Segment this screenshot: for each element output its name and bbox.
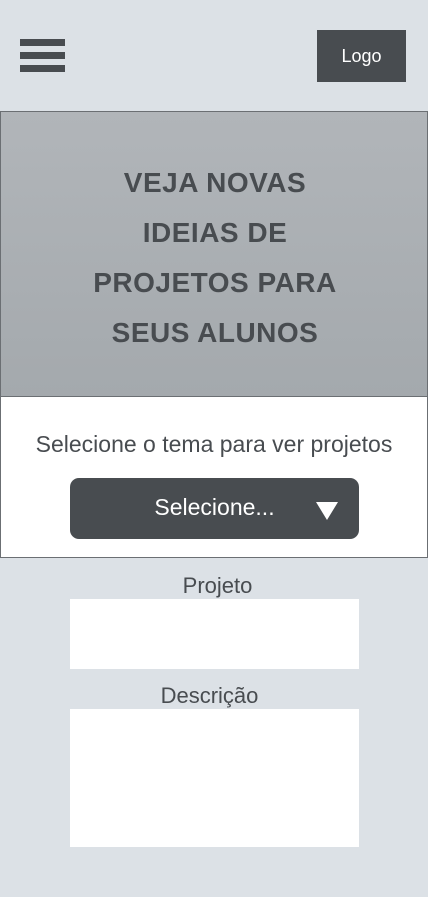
theme-select-dropdown[interactable]: Selecione... <box>70 478 359 539</box>
project-form: Projeto Descrição <box>28 572 407 879</box>
hamburger-menu-icon[interactable] <box>20 38 65 74</box>
hero-title-line: PROJETOS PARA <box>93 267 337 298</box>
logo[interactable]: Logo <box>317 30 406 82</box>
project-label: Projeto <box>182 573 253 598</box>
menu-bar <box>20 52 65 59</box>
menu-bar <box>20 65 65 72</box>
theme-select-prompt: Selecione o tema para ver projetos <box>35 431 393 457</box>
page: Logo VEJA NOVAS IDEIAS DE PROJETOS PARA … <box>0 0 428 897</box>
hero-title: VEJA NOVAS IDEIAS DE PROJETOS PARA SEUS … <box>61 158 369 358</box>
hero-title-line: IDEIAS DE <box>142 217 288 248</box>
header: Logo <box>0 0 428 111</box>
description-label: Descrição <box>160 683 259 708</box>
chevron-down-icon <box>316 502 338 520</box>
hero-title-line: VEJA NOVAS <box>123 167 307 198</box>
theme-select-section: Selecione o tema para ver projetos Selec… <box>0 396 428 558</box>
description-field[interactable] <box>70 709 359 847</box>
hero-banner: VEJA NOVAS IDEIAS DE PROJETOS PARA SEUS … <box>0 111 428 397</box>
project-field[interactable] <box>70 599 359 669</box>
menu-bar <box>20 39 65 46</box>
hero-title-line: SEUS ALUNOS <box>111 317 319 348</box>
